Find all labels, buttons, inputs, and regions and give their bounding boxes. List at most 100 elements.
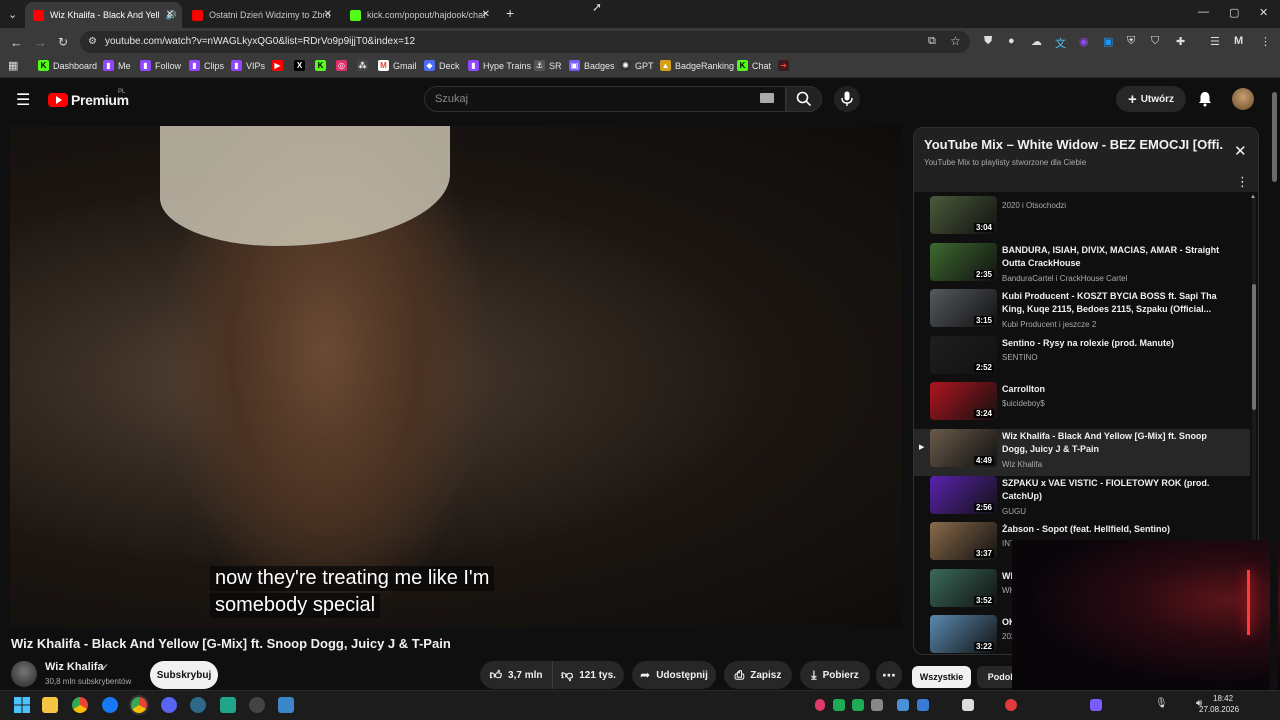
stream-app-icon[interactable] (278, 697, 294, 713)
keyboard-icon[interactable] (760, 93, 774, 103)
tray-app-2-icon[interactable] (852, 699, 864, 711)
bookmark-misc[interactable]: ⁂ (357, 60, 372, 71)
playlist-item-title[interactable]: Sentino - Rysy na rolexie (prod. Manute) (1002, 337, 1227, 350)
playlist-thumbnail[interactable]: 2:52 (930, 335, 997, 374)
tray-app-6-icon[interactable] (1005, 699, 1017, 711)
playlist-item-title[interactable]: Wiz Khalifa - Black And Yellow [G-Mix] f… (1002, 430, 1227, 456)
tab-close-icon[interactable]: ✕ (166, 9, 174, 20)
playlist-thumbnail[interactable]: 3:37 (930, 522, 997, 561)
bookmark-clips[interactable]: ▮ Clips (189, 60, 224, 71)
playlist-thumbnail[interactable]: 3:24 (930, 382, 997, 421)
notifications-bell-icon[interactable] (1197, 91, 1213, 107)
playlist-item[interactable]: 2:56 SZPAKU x VAE VISTIC - FIOLETOWY ROK … (914, 475, 1250, 523)
scroll-up-icon[interactable]: ▲ (1250, 194, 1256, 200)
browser-tab-0[interactable]: Wiz Khalifa - Black And Yell 🔊 ✕ (25, 2, 182, 28)
extension-ublock-icon[interactable]: ⛨ (1127, 35, 1135, 48)
playlist-thumbnail[interactable]: 2:56 (930, 475, 997, 514)
playlist-item[interactable]: 3:24 Carrollton $uicideboy$ (914, 382, 1250, 429)
tray-pin-icon[interactable] (815, 699, 825, 711)
browser-tab-2[interactable]: kick.com/popout/hajdook/chat ✕ (342, 2, 498, 28)
more-actions-button[interactable]: ⋯ (876, 661, 902, 689)
reading-list-icon[interactable]: ☰ (1210, 35, 1220, 48)
tray-app-3-icon[interactable] (871, 699, 883, 711)
extensions-puzzle-icon[interactable]: ✚ (1176, 35, 1185, 48)
bookmark-me[interactable]: ▮ Me (103, 60, 131, 71)
hamburger-menu-icon[interactable]: ☰ (16, 90, 30, 110)
chip-all[interactable]: Wszystkie (912, 666, 971, 688)
browser-menu-icon[interactable]: ⋮ (1260, 35, 1271, 48)
site-info-icon[interactable]: ⚙ (88, 36, 97, 47)
reload-icon[interactable]: ↻ (58, 35, 68, 49)
tray-app-5-icon[interactable] (962, 699, 974, 711)
search-button[interactable] (786, 86, 822, 112)
clock-date[interactable]: 27.08.2026 (1199, 705, 1239, 714)
bookmark-kick[interactable]: K (315, 60, 330, 71)
extension-shield-icon[interactable]: ⛊ (984, 35, 992, 48)
video-player[interactable]: now they're treating me like I'm somebod… (10, 126, 902, 627)
bookmark-star-icon[interactable]: ☆ (950, 34, 961, 48)
playlist-item-title[interactable]: SZPAKU x VAE VISTIC - FIOLETOWY ROK (pro… (1002, 477, 1227, 503)
extension-privacy-icon[interactable]: ⛉ (1151, 35, 1159, 48)
tray-app-1-icon[interactable] (833, 699, 845, 711)
minimize-icon[interactable]: — (1198, 6, 1209, 18)
channel-name[interactable]: Wiz Khalifa (45, 661, 104, 673)
steam-icon[interactable] (917, 699, 929, 711)
clock-time[interactable]: 18:42 (1213, 694, 1233, 703)
extension-cloud-icon[interactable]: ☁ (1031, 35, 1042, 48)
playlist-item-title[interactable]: BANDURA, ISIAH, DIVIX, MACIAS, AMAR - St… (1002, 244, 1227, 270)
extension-translate-icon[interactable]: 文 (1055, 35, 1066, 51)
bookmark-vips[interactable]: ▮ VIPs (231, 60, 265, 71)
playlist-item-title[interactable]: Kubi Producent - KOSZT BYCIA BOSS ft. Sa… (1002, 290, 1227, 316)
bookmark-x[interactable]: X (294, 60, 309, 71)
channel-avatar[interactable] (11, 661, 37, 687)
playlist-item-title[interactable]: Żabson - Sopot (feat. Hellfield, Sentino… (1002, 523, 1227, 536)
bookmark-instagram[interactable]: ◎ (336, 60, 351, 71)
youtube-logo-icon[interactable] (48, 93, 68, 107)
create-button[interactable]: + Utwórz (1116, 86, 1186, 112)
maximize-icon[interactable]: ▢ (1229, 6, 1239, 19)
chrome-icon[interactable] (72, 697, 88, 713)
forward-icon[interactable]: → (34, 35, 47, 50)
browser-tab-1[interactable]: Ostatni Dzień Widzimy to Zbro ✕ (184, 2, 340, 28)
share-button[interactable]: ➦ Udostępnij (632, 661, 716, 689)
file-explorer-icon[interactable] (42, 697, 58, 713)
tab-close-icon[interactable]: ✕ (324, 9, 332, 20)
playlist-item[interactable]: 2:52 Sentino - Rysy na rolexie (prod. Man… (914, 335, 1250, 383)
tab-close-icon[interactable]: ✕ (482, 9, 490, 20)
bookmark-gmail[interactable]: M Gmail (378, 60, 417, 71)
close-window-icon[interactable]: ✕ (1259, 6, 1268, 19)
playlist-item[interactable]: 2:35 BANDURA, ISIAH, DIVIX, MACIAS, AMAR … (914, 242, 1250, 290)
dislike-button[interactable]: 👎︎ 121 tys. (552, 661, 624, 689)
playlist-item[interactable]: ▶ 4:49 Wiz Khalifa - Black And Yellow [G-M… (914, 429, 1250, 476)
chrome-active-icon[interactable] (131, 697, 147, 713)
extension-image-icon[interactable]: ▣ (1103, 35, 1113, 48)
tab-search-icon[interactable]: ⌄ (8, 8, 17, 21)
obs-icon[interactable] (249, 697, 265, 713)
bookmark-deck[interactable]: ◆ Deck (424, 60, 460, 71)
playlist-scrollbar-thumb[interactable] (1252, 284, 1256, 410)
install-app-icon[interactable]: ⧉ (928, 35, 936, 48)
tray-app-4-icon[interactable] (897, 699, 909, 711)
playlist-thumbnail[interactable]: 3:04 (930, 196, 997, 234)
bookmark-dashboard[interactable]: K Dashboard (38, 60, 97, 71)
save-button[interactable]: ⎙ Zapisz (724, 661, 792, 689)
bookmark-youtube[interactable]: ▶ (272, 60, 287, 71)
profile-icon[interactable]: M (1234, 35, 1243, 47)
tray-app-7-icon[interactable] (1090, 699, 1102, 711)
search-input[interactable] (425, 87, 785, 111)
extension-twitch-icon[interactable]: ◉ (1079, 35, 1089, 48)
bookmark-badgeranking[interactable]: ▲ BadgeRanking (660, 60, 734, 71)
facebook-icon[interactable] (102, 697, 118, 713)
url-text[interactable]: youtube.com/watch?v=nWAGLkyxQG0&list=RDr… (105, 36, 415, 47)
download-button[interactable]: ⤓ Pobierz (800, 661, 870, 689)
playlist-thumbnail[interactable]: 3:22 (930, 615, 997, 654)
new-tab-icon[interactable]: + (506, 5, 514, 21)
playlist-item-title[interactable]: Carrollton (1002, 383, 1227, 396)
bookmark-sr[interactable]: ⚓ SR (534, 60, 562, 71)
like-button[interactable]: 👍︎ 3,7 mln (480, 661, 552, 689)
playlist-thumbnail[interactable]: 3:52 (930, 568, 997, 607)
close-playlist-icon[interactable]: ✕ (1234, 142, 1247, 160)
playlist-title[interactable]: YouTube Mix – White Widow - BEZ EMOCJI [… (924, 137, 1224, 152)
audio-app-icon[interactable] (220, 697, 236, 713)
bookmark-badges[interactable]: ▣ Badges (569, 60, 615, 71)
